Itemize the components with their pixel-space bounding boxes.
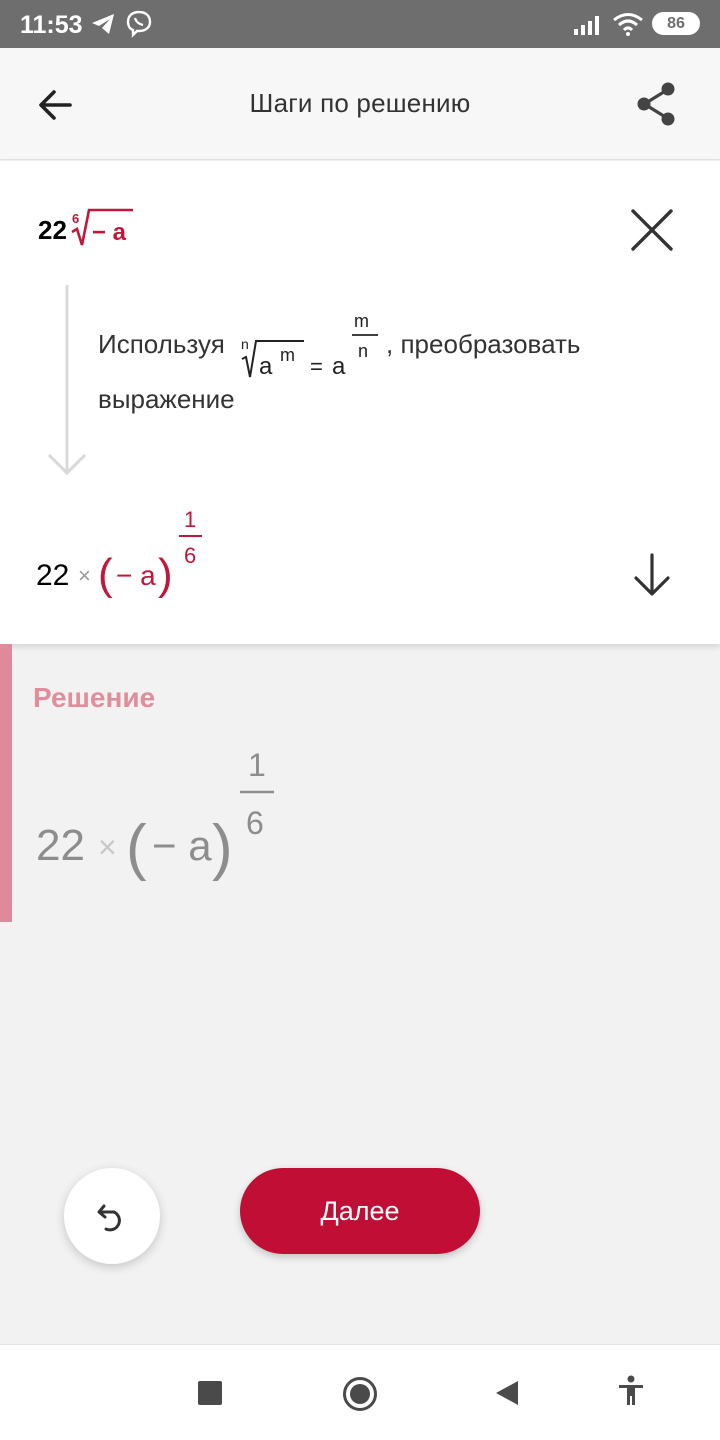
- rule-base: a: [259, 353, 273, 380]
- step-connector-arrow-icon: [47, 285, 87, 476]
- explanation-line2: выражение: [98, 384, 235, 414]
- original-coefficient: 22: [38, 215, 67, 245]
- solution-lparen: (: [126, 813, 147, 882]
- rule-eq: =: [310, 354, 323, 379]
- rule-exp: m: [280, 345, 295, 365]
- status-time: 11:53: [20, 11, 83, 39]
- undo-button[interactable]: [64, 1168, 160, 1264]
- original-expression[interactable]: 22 6 − a: [38, 205, 148, 251]
- accessibility-icon[interactable]: [616, 1375, 646, 1407]
- system-nav-bar: [0, 1344, 720, 1440]
- rule-rhs-base: a: [332, 353, 346, 380]
- telegram-icon: [90, 12, 116, 41]
- result-den: 6: [184, 543, 196, 568]
- battery-icon: 86: [652, 12, 700, 35]
- solution-den: 6: [246, 805, 264, 841]
- result-inner: − a: [116, 560, 156, 591]
- status-bar: 11:53 86: [0, 0, 720, 48]
- signal-icon: [574, 14, 604, 41]
- expand-step-button[interactable]: [628, 551, 676, 599]
- close-icon: [631, 209, 673, 251]
- solution-expression: 22 × ( − a ) 1 6: [36, 747, 274, 882]
- solution-coefficient: 22: [36, 821, 85, 870]
- recent-apps-icon[interactable]: [198, 1381, 222, 1405]
- result-lparen: (: [98, 550, 113, 599]
- back-triangle-icon[interactable]: [494, 1379, 520, 1407]
- result-coefficient: 22: [36, 559, 69, 592]
- result-rparen: ): [158, 550, 173, 599]
- result-expression[interactable]: 22 × ( − a ) 1 6: [36, 501, 216, 611]
- rule-formula: n a m = a m n: [241, 311, 379, 380]
- wifi-icon: [612, 12, 644, 41]
- solution-num: 1: [248, 747, 266, 783]
- arrow-down-icon: [634, 553, 670, 596]
- explanation-suffix: , преобразовать: [386, 328, 581, 359]
- original-radicand: − a: [92, 219, 127, 246]
- home-icon[interactable]: [342, 1376, 378, 1412]
- rule-num: m: [354, 311, 369, 331]
- close-button[interactable]: [625, 203, 679, 257]
- viber-icon: [126, 10, 152, 43]
- step-explanation: Используя n a m = a m n , преобразовать …: [98, 311, 658, 417]
- solution-rparen: ): [212, 813, 233, 882]
- share-icon: [637, 82, 675, 126]
- solution-times: ×: [98, 829, 117, 865]
- solution-title: Решение: [33, 682, 156, 713]
- app-bar: Шаги по решению: [0, 48, 720, 160]
- rule-index: n: [241, 336, 249, 352]
- page-title: Шаги по решению: [249, 88, 471, 118]
- result-num: 1: [184, 507, 196, 532]
- solution-inner: − a: [152, 822, 212, 869]
- solution-accent-bar: [0, 644, 12, 922]
- undo-icon: [97, 1204, 121, 1232]
- next-button[interactable]: Далее: [240, 1168, 480, 1254]
- result-times: ×: [78, 563, 91, 588]
- step-card: 22 6 − a Используя n a m = a m n , преоб…: [0, 161, 720, 644]
- share-button[interactable]: [630, 78, 682, 130]
- explanation-prefix: Используя: [98, 328, 225, 359]
- root-index: 6: [72, 211, 79, 226]
- rule-den: n: [358, 341, 368, 361]
